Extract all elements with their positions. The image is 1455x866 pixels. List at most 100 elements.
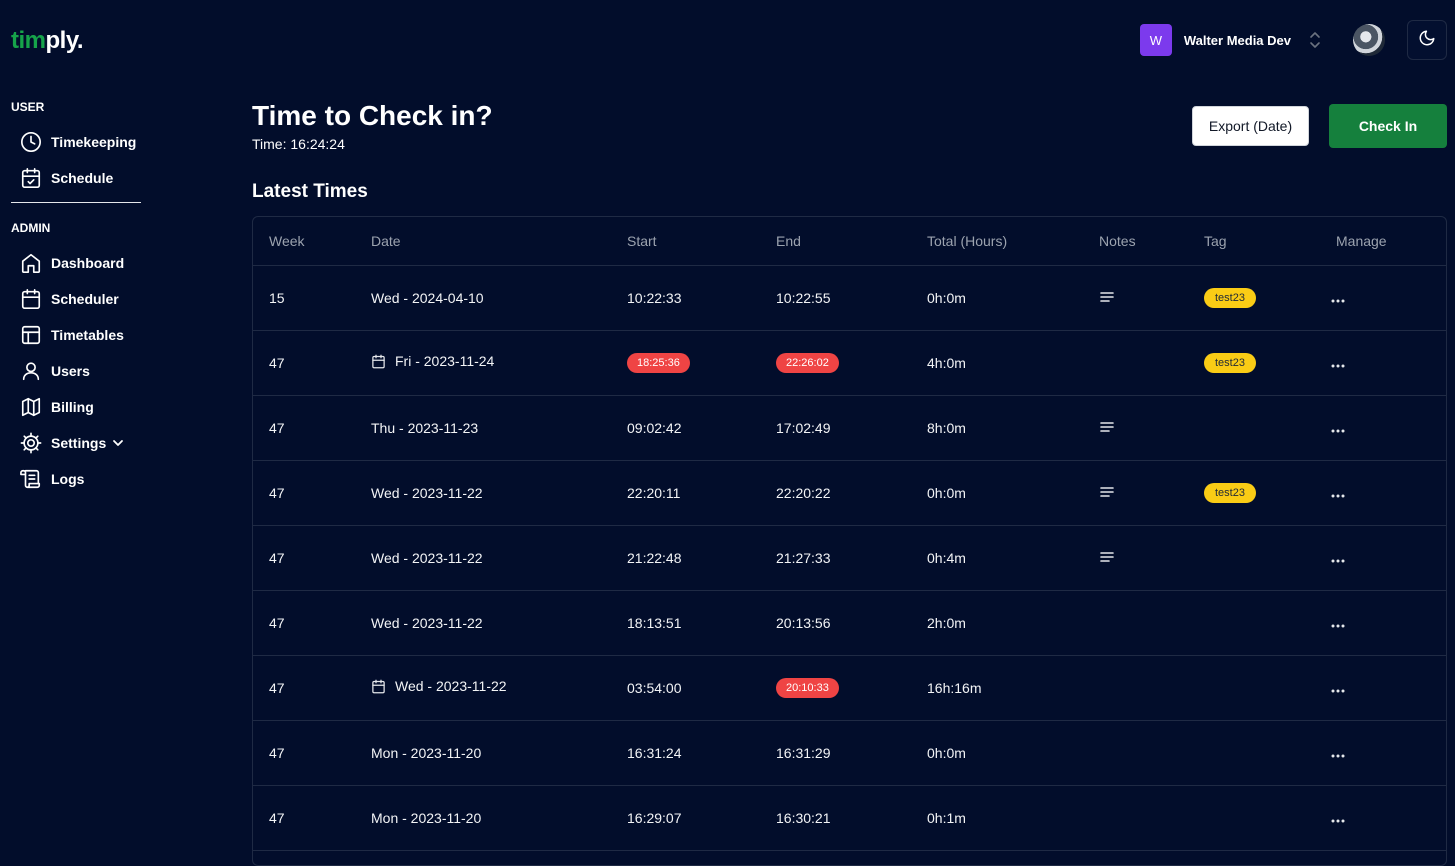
cell-end: 22:20:22 [760,460,911,526]
times-table-container[interactable]: Week Date Start End Total (Hours) Notes … [252,216,1447,866]
sidebar-section-user: USER [11,100,45,114]
more-options-icon[interactable] [1330,819,1346,823]
check-in-button[interactable]: Check In [1329,104,1447,148]
export-date-button[interactable]: Export (Date) [1192,106,1309,146]
cell-start: 22:20:11 [611,460,760,526]
clock-icon [21,132,41,152]
moon-icon [1418,29,1436,52]
calendar-icon [372,354,385,369]
cell-start: 10:22:33 [611,265,760,331]
cell-date: Fri - 2023-11-24 [355,330,611,396]
cell-total: 16h:16m [911,655,1083,721]
cell-total: 0h:0m [911,460,1083,526]
user-icon [22,362,40,381]
org-avatar: W [1139,24,1172,56]
notes-icon[interactable] [1099,486,1115,498]
notes-icon[interactable] [1099,291,1115,303]
more-options-icon[interactable] [1330,624,1346,628]
sidebar-item-logs[interactable]: Logs [0,461,150,497]
table-row: 47 Wed - 2023-11-22 21:22:48 21:27:33 0h… [253,525,1446,591]
cell-manage [1320,655,1446,721]
table-icon [21,325,41,345]
topbar-actions: W Walter Media Dev [1132,20,1447,60]
sidebar: USER Timekeeping Schedule ADMIN Dashboar… [0,100,150,497]
sidebar-item-label: Users [51,363,90,379]
more-options-icon[interactable] [1330,754,1346,758]
cell-manage [1320,590,1446,656]
table-row: 47 Wed - 2023-11-22 18:13:51 20:13:56 2h… [253,590,1446,656]
cell-notes [1083,590,1188,656]
scroll-icon [20,469,41,489]
sidebar-item-label: Timetables [51,327,124,343]
notes-icon[interactable] [1099,421,1115,433]
times-table: Week Date Start End Total (Hours) Notes … [253,217,1446,851]
cell-total: 0h:4m [911,525,1083,591]
cell-week: 47 [253,460,355,526]
calendar-icon [372,679,385,694]
app-logo[interactable]: timply. [11,27,84,55]
cell-tag [1188,655,1320,721]
cell-manage [1320,265,1446,331]
column-header-manage: Manage [1320,217,1446,266]
main-content: Time to Check in? Time: 16:24:24 Export … [252,100,1447,866]
cell-date: Wed - 2024-04-10 [355,265,611,331]
cell-date: Thu - 2023-11-23 [355,395,611,461]
cell-manage [1320,330,1446,396]
more-options-icon[interactable] [1330,429,1346,433]
cell-total: 0h:0m [911,265,1083,331]
column-header-start: Start [611,217,760,266]
sidebar-item-settings[interactable]: Settings [0,425,150,461]
chevron-down-icon [113,440,124,446]
org-switcher[interactable]: W Walter Media Dev [1132,20,1329,60]
cell-manage [1320,460,1446,526]
cell-start: 18:13:51 [611,590,760,656]
cell-start: 21:22:48 [611,525,760,591]
cell-tag [1188,525,1320,591]
cell-tag [1188,590,1320,656]
table-row: 47 Wed - 2023-11-22 03:54:00 20:10:33 16… [253,655,1446,721]
cell-end: 21:27:33 [760,525,911,591]
date-text: Fri - 2023-11-24 [395,353,495,370]
sidebar-item-label: Timekeeping [51,134,137,150]
gear-icon [20,432,42,454]
column-header-total: Total (Hours) [911,217,1083,266]
sidebar-item-billing[interactable]: Billing [0,389,150,425]
notes-icon[interactable] [1099,551,1115,563]
tag-badge: test23 [1204,287,1256,308]
table-header-row: Week Date Start End Total (Hours) Notes … [253,217,1446,266]
tag-badge: test23 [1204,352,1256,373]
table-row: 47 Wed - 2023-11-22 22:20:11 22:20:22 0h… [253,460,1446,526]
more-options-icon[interactable] [1330,299,1346,303]
sidebar-item-timetables[interactable]: Timetables [0,317,150,353]
sidebar-item-dashboard[interactable]: Dashboard [0,245,150,281]
end-warning-badge: 20:10:33 [776,677,839,698]
more-options-icon[interactable] [1330,364,1346,368]
theme-toggle-button[interactable] [1407,20,1447,60]
cell-end: 20:10:33 [760,655,911,721]
cell-week: 47 [253,395,355,461]
sidebar-item-scheduler[interactable]: Scheduler [0,281,150,317]
cell-date: Wed - 2023-11-22 [355,460,611,526]
column-header-tag: Tag [1188,217,1320,266]
more-options-icon[interactable] [1330,689,1346,693]
more-options-icon[interactable] [1330,494,1346,498]
cell-week: 47 [253,590,355,656]
cell-tag [1188,395,1320,461]
cell-end: 17:02:49 [760,395,911,461]
logo-part-2: ply. [45,27,84,54]
sidebar-item-label: Schedule [51,170,114,186]
more-options-icon[interactable] [1330,559,1346,563]
cell-week: 15 [253,265,355,331]
user-avatar[interactable] [1353,24,1385,56]
cell-total: 0h:0m [911,720,1083,786]
sidebar-item-label: Settings [51,435,107,451]
cell-tag: test23 [1188,265,1320,331]
cell-notes [1083,720,1188,786]
sidebar-item-timekeeping[interactable]: Timekeeping [0,124,150,160]
sidebar-item-users[interactable]: Users [0,353,150,389]
cell-date: Wed - 2023-11-22 [355,525,611,591]
cell-tag [1188,785,1320,851]
sidebar-item-schedule[interactable]: Schedule [0,160,150,196]
cell-notes [1083,655,1188,721]
cell-week: 47 [253,720,355,786]
